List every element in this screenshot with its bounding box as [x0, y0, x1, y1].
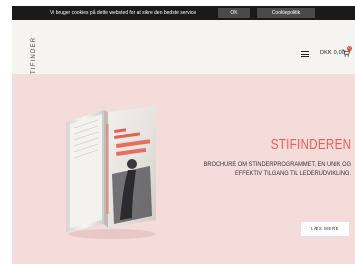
page: Vi bruger cookies på dette websted for a…: [12, 6, 355, 264]
cookie-bar: Vi bruger cookies på dette websted for a…: [12, 6, 355, 20]
book-image: [60, 104, 160, 242]
hero-title: STIFINDEREN: [270, 136, 351, 153]
read-more-button[interactable]: LÆS MERE: [301, 222, 349, 236]
site-logo[interactable]: STIFINDER: [29, 36, 39, 80]
cart-count-badge: 0: [347, 46, 352, 51]
cookie-ok-button[interactable]: OK: [218, 8, 250, 18]
cookie-policy-button[interactable]: Cookiepolitik: [257, 8, 315, 18]
hero-description: BROCHURE OM STINDERPROGRAMMET, EN UNIK O…: [203, 161, 351, 177]
hero-section: STIFINDEREN BROCHURE OM STINDERPROGRAMME…: [12, 74, 355, 264]
site-header: STIFINDER DKK 0,00 0: [12, 20, 355, 79]
menu-icon[interactable]: [301, 51, 309, 57]
cookie-message: Vi bruger cookies på dette websted for a…: [50, 10, 197, 16]
logo-text: STIFINDER: [31, 36, 37, 80]
